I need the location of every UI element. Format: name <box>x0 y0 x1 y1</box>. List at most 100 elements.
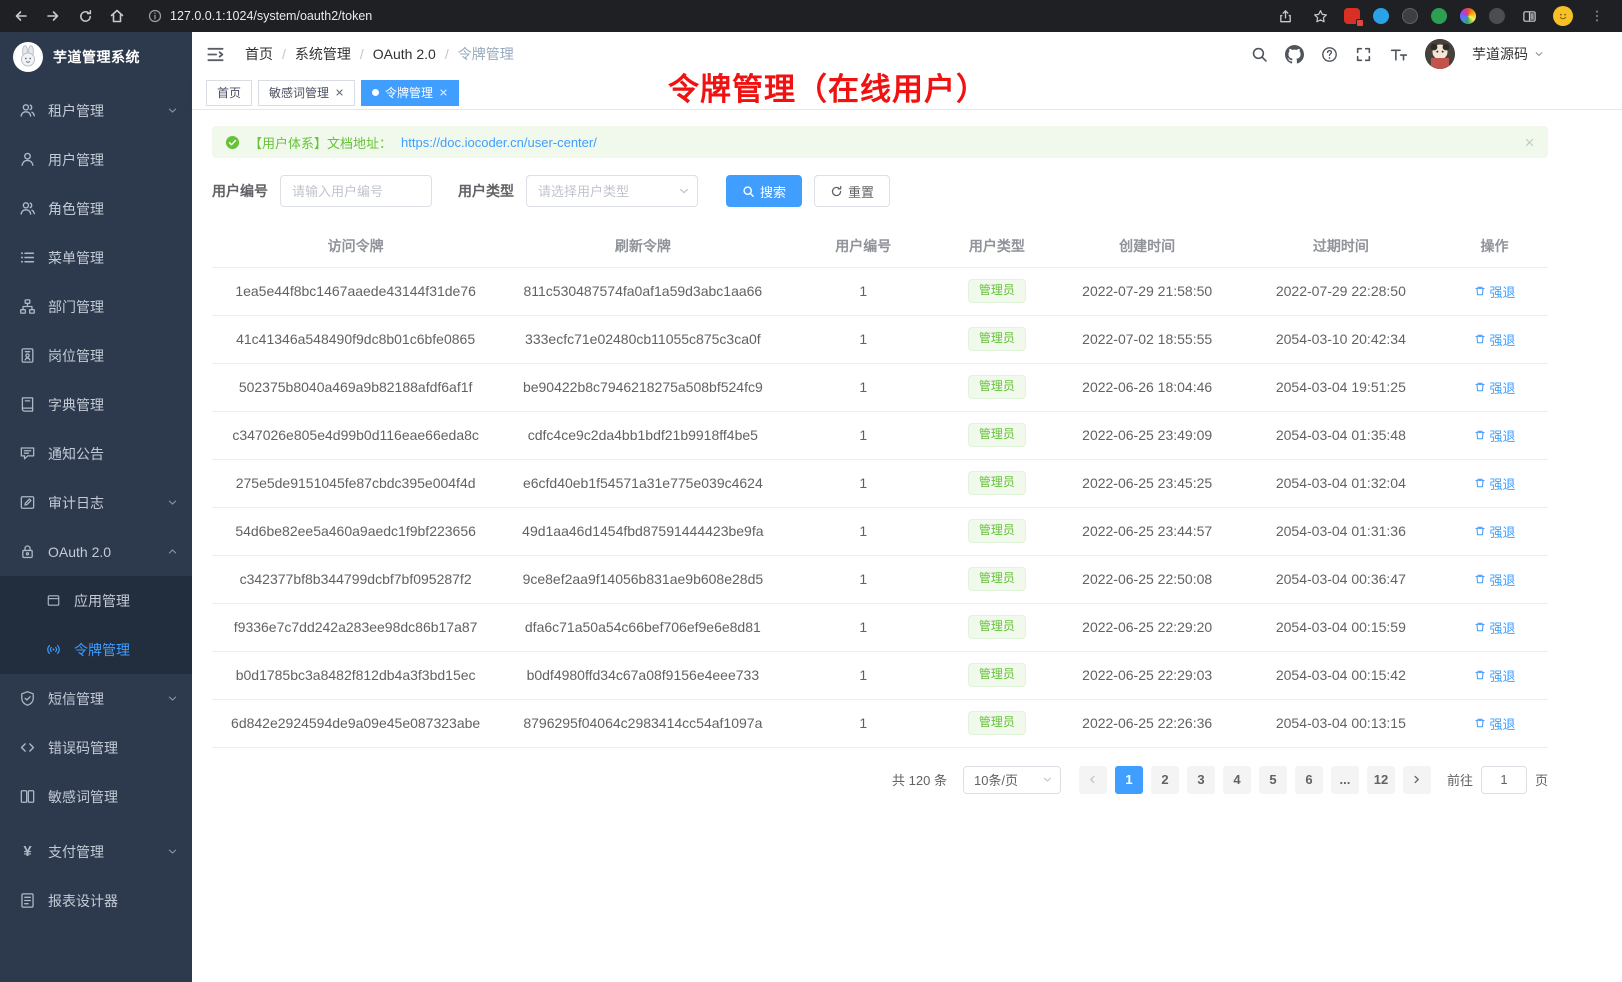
sidebar-item-user[interactable]: 用户管理 <box>0 135 192 184</box>
github-icon[interactable] <box>1285 45 1304 64</box>
sidebar-item-oauth-app[interactable]: 应用管理 <box>0 576 192 625</box>
force-logout-button[interactable]: 强退 <box>1474 714 1516 733</box>
browser-extension-icon[interactable] <box>1460 8 1476 24</box>
app-logo[interactable]: 芋道管理系统 <box>0 32 192 82</box>
cell-created: 2022-06-25 22:26:36 <box>1054 699 1241 747</box>
user-id-input[interactable] <box>280 175 432 207</box>
force-logout-button[interactable]: 强退 <box>1474 570 1516 589</box>
active-tab-dot <box>372 89 379 96</box>
chevron-down-icon <box>167 497 178 508</box>
browser-extension-icon[interactable] <box>1402 8 1418 24</box>
forward-icon[interactable] <box>42 5 64 27</box>
force-logout-button[interactable]: 强退 <box>1474 474 1516 493</box>
reset-button[interactable]: 重置 <box>814 175 890 207</box>
force-logout-button[interactable]: 强退 <box>1474 282 1516 301</box>
sidebar-item-report-designer[interactable]: 报表设计器 <box>0 876 192 925</box>
back-icon[interactable] <box>10 5 32 27</box>
goto-page-input[interactable] <box>1481 766 1527 794</box>
annotation-text: 令牌管理（在线用户） <box>668 64 988 109</box>
doc-link[interactable]: https://doc.iocoder.cn/user-center/ <box>401 135 597 150</box>
table-row: 1ea5e44f8bc1467aaede43144f31de76 811c530… <box>212 267 1548 315</box>
sidebar-item-label: 租户管理 <box>48 101 155 121</box>
tab-label: 首页 <box>217 84 241 101</box>
browser-profile-avatar[interactable] <box>1553 6 1573 26</box>
breadcrumb-item[interactable]: 系统管理 <box>295 44 351 64</box>
close-icon[interactable] <box>439 88 448 97</box>
bookmark-star-icon[interactable] <box>1309 5 1331 27</box>
delete-icon <box>1474 285 1486 297</box>
sidebar-collapse-icon[interactable] <box>206 45 225 64</box>
close-icon[interactable] <box>335 88 344 97</box>
home-icon[interactable] <box>106 5 128 27</box>
search-icon[interactable] <box>1251 46 1268 63</box>
sidebar-item-tenant[interactable]: 租户管理 <box>0 86 192 135</box>
site-info-icon[interactable] <box>148 9 162 23</box>
url-bar[interactable]: 127.0.0.1:1024/system/oauth2/token <box>138 4 1264 28</box>
next-page-button[interactable] <box>1403 766 1431 794</box>
page-button[interactable]: 4 <box>1223 766 1251 794</box>
breadcrumb-item[interactable]: OAuth 2.0 <box>373 46 436 62</box>
force-logout-button[interactable]: 强退 <box>1474 522 1516 541</box>
page-size-select[interactable]: 10条/页 <box>963 766 1061 794</box>
user-type-select-input[interactable] <box>526 175 698 207</box>
browser-extension-icon[interactable] <box>1344 8 1360 24</box>
browser-extension-icon[interactable] <box>1373 8 1389 24</box>
sidebar-item-dept[interactable]: 部门管理 <box>0 282 192 331</box>
cell-refresh-token: cdfc4ce9c2da4bb1bdf21b9918ff4be5 <box>499 411 786 459</box>
page-button[interactable]: 2 <box>1151 766 1179 794</box>
chevron-down-icon <box>1534 49 1544 59</box>
search-button[interactable]: 搜索 <box>726 175 802 207</box>
more-pages-button[interactable]: ... <box>1331 766 1359 794</box>
force-logout-button[interactable]: 强退 <box>1474 426 1516 445</box>
sidebar-item-audit-log[interactable]: 审计日志 <box>0 478 192 527</box>
user-avatar[interactable] <box>1425 39 1455 69</box>
sidebar-item-oauth-token[interactable]: 令牌管理 <box>0 625 192 674</box>
user-menu[interactable]: 芋道源码 <box>1472 44 1544 64</box>
page-button[interactable]: 3 <box>1187 766 1215 794</box>
font-size-icon[interactable] <box>1389 46 1408 63</box>
force-logout-button[interactable]: 强退 <box>1474 618 1516 637</box>
cell-user-id: 1 <box>786 267 940 315</box>
sidebar-item-role[interactable]: 角色管理 <box>0 184 192 233</box>
table-row: 6d842e2924594de9a09e45e087323abe 8796295… <box>212 699 1548 747</box>
sidebar-item-dict[interactable]: 字典管理 <box>0 380 192 429</box>
help-icon[interactable] <box>1321 46 1338 63</box>
tab-home[interactable]: 首页 <box>206 80 252 106</box>
sidebar: 芋道管理系统 租户管理 用户管理 角色管理 菜单管理 部 <box>0 32 192 982</box>
page-button[interactable]: 6 <box>1295 766 1323 794</box>
page-button[interactable]: 5 <box>1259 766 1287 794</box>
browser-extension-icon[interactable] <box>1489 8 1505 24</box>
sidebar-item-oauth[interactable]: OAuth 2.0 <box>0 527 192 576</box>
sidebar-item-menu[interactable]: 菜单管理 <box>0 233 192 282</box>
tab-sensitive-word[interactable]: 敏感词管理 <box>258 80 355 106</box>
breadcrumb-item[interactable]: 首页 <box>245 44 273 64</box>
sidebar-item-notice[interactable]: 通知公告 <box>0 429 192 478</box>
prev-page-button[interactable] <box>1079 766 1107 794</box>
sidebar-item-error-code[interactable]: 错误码管理 <box>0 723 192 772</box>
force-logout-button[interactable]: 强退 <box>1474 330 1516 349</box>
split-view-icon[interactable] <box>1518 5 1540 27</box>
close-icon[interactable] <box>1524 137 1535 148</box>
sidebar-item-sensitive-word[interactable]: 敏感词管理 <box>0 772 192 821</box>
logo-rabbit-icon <box>13 42 43 72</box>
sidebar-item-label: 通知公告 <box>48 444 178 464</box>
reload-icon[interactable] <box>74 5 96 27</box>
cell-user-type: 管理员 <box>940 315 1054 363</box>
force-logout-button[interactable]: 强退 <box>1474 666 1516 685</box>
sidebar-item-post[interactable]: 岗位管理 <box>0 331 192 380</box>
page-button[interactable]: 1 <box>1115 766 1143 794</box>
page-button[interactable]: 12 <box>1367 766 1395 794</box>
browser-menu-icon[interactable] <box>1586 5 1608 27</box>
browser-extension-icon[interactable] <box>1431 8 1447 24</box>
reset-button-label: 重置 <box>848 182 874 201</box>
tab-token[interactable]: 令牌管理 <box>361 80 459 106</box>
share-icon[interactable] <box>1274 5 1296 27</box>
cell-actions: 强退 <box>1441 651 1548 699</box>
sidebar-item-sms[interactable]: 短信管理 <box>0 674 192 723</box>
fullscreen-icon[interactable] <box>1355 46 1372 63</box>
user-type-select[interactable] <box>526 175 698 207</box>
user-type-badge: 管理员 <box>968 375 1026 399</box>
cell-refresh-token: dfa6c71a50a54c66bef706ef9e6e8d81 <box>499 603 786 651</box>
sidebar-item-pay[interactable]: ¥ 支付管理 <box>0 827 192 876</box>
force-logout-button[interactable]: 强退 <box>1474 378 1516 397</box>
